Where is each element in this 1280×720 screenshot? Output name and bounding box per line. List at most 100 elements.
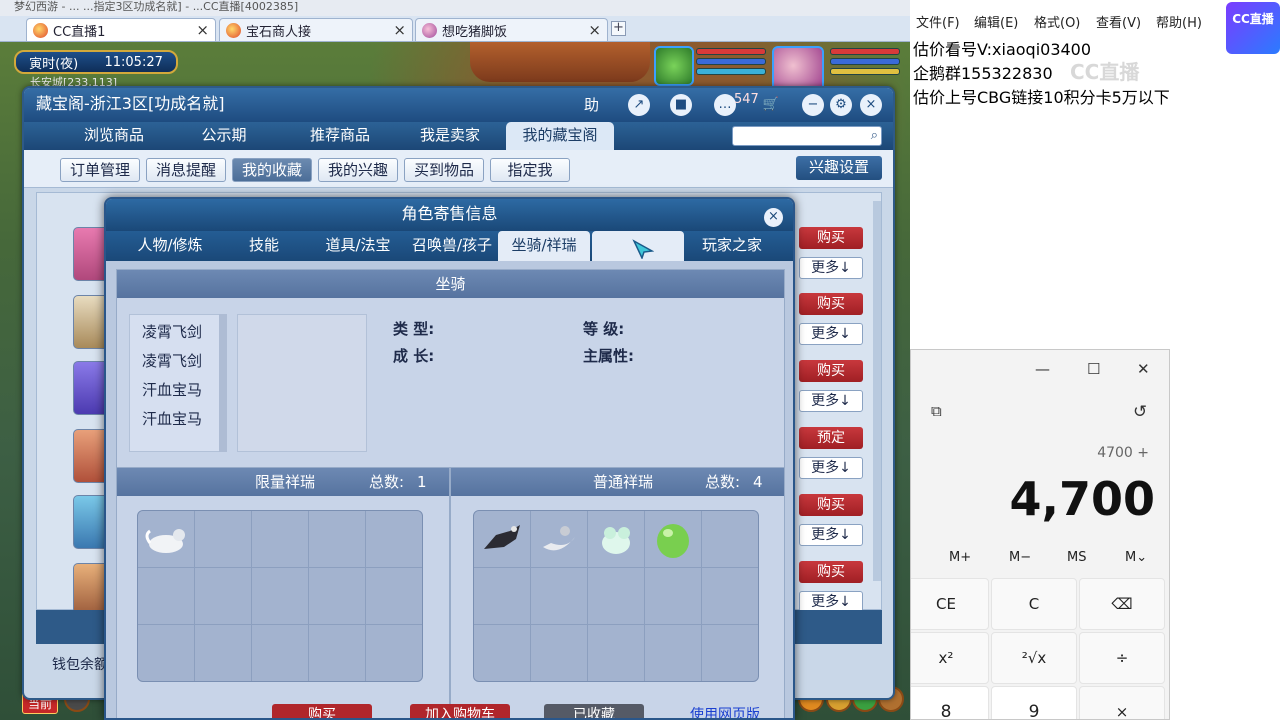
- auspicious-slot[interactable]: [588, 511, 644, 567]
- menu-format[interactable]: 格式(O): [1034, 12, 1080, 31]
- backspace-key[interactable]: ⌫: [1079, 578, 1165, 630]
- minimize-icon[interactable]: —: [1035, 360, 1050, 378]
- chat-icon[interactable]: …: [714, 94, 736, 116]
- tab-items-treasures[interactable]: 道具/法宝: [310, 231, 406, 261]
- auspicious-slot[interactable]: [366, 568, 422, 624]
- pet-avatar-icon[interactable]: [654, 46, 694, 86]
- mount-item[interactable]: 汗血宝马: [142, 379, 202, 400]
- auspicious-slot[interactable]: [366, 625, 422, 681]
- menu-help[interactable]: 帮助(H): [1156, 12, 1202, 31]
- add-to-cart-button[interactable]: 加入购物车: [410, 704, 510, 718]
- sub-tab-designated[interactable]: 指定我: [490, 158, 570, 182]
- sub-tab-orders[interactable]: 订单管理: [60, 158, 140, 182]
- auspicious-slot[interactable]: [252, 511, 308, 567]
- buy-button[interactable]: 购买: [799, 494, 863, 516]
- auspicious-slot[interactable]: [252, 568, 308, 624]
- tab-my-pavilion[interactable]: 我的藏宝阁: [506, 122, 614, 150]
- more-button[interactable]: 更多↓: [799, 323, 863, 345]
- tab-gem-merchant[interactable]: 宝石商人接 ×: [219, 18, 413, 41]
- mount-list-scrollbar[interactable]: [219, 314, 227, 452]
- mount-item[interactable]: 汗血宝马: [142, 408, 202, 429]
- more-button[interactable]: 更多↓: [799, 524, 863, 546]
- auspicious-slot[interactable]: [531, 625, 587, 681]
- help-button[interactable]: 助: [584, 92, 614, 118]
- auspicious-slot[interactable]: [645, 625, 701, 681]
- more-button[interactable]: 更多↓: [799, 257, 863, 279]
- share-icon[interactable]: ↗: [628, 94, 650, 116]
- sub-tab-bought[interactable]: 买到物品: [404, 158, 484, 182]
- mount-item[interactable]: 凌霄飞剑: [142, 321, 202, 342]
- keep-on-top-icon[interactable]: ⧉: [931, 402, 942, 420]
- memory-subtract-button[interactable]: M−: [1009, 550, 1031, 565]
- auspicious-slot[interactable]: [702, 625, 758, 681]
- dialog-close-icon[interactable]: ×: [764, 208, 783, 227]
- tab-close-icon[interactable]: ×: [196, 21, 209, 39]
- tab-summons-children[interactable]: 召唤兽/孩子: [406, 231, 498, 261]
- memory-store-button[interactable]: MS: [1067, 550, 1086, 565]
- buy-button[interactable]: 购买: [799, 293, 863, 315]
- mount-item[interactable]: 凌霄飞剑: [142, 350, 202, 371]
- tab-character-cultivation[interactable]: 人物/修炼: [116, 231, 224, 261]
- divide-key[interactable]: ÷: [1079, 632, 1165, 684]
- tab-cc-live[interactable]: CC直播1 ×: [26, 18, 216, 41]
- auspicious-slot[interactable]: [474, 511, 530, 567]
- auspicious-slot[interactable]: [309, 625, 365, 681]
- notepad-line[interactable]: 企鹅群155322830: [913, 60, 1053, 84]
- memory-add-button[interactable]: M+: [949, 550, 971, 565]
- tab-skills[interactable]: 技能: [224, 231, 304, 261]
- auspicious-slot[interactable]: [195, 568, 251, 624]
- auspicious-slot[interactable]: [309, 568, 365, 624]
- history-icon[interactable]: ↺: [1133, 402, 1147, 422]
- tab-pig-trotter[interactable]: 想吃猪脚饭 ×: [415, 18, 608, 41]
- tab-mounts-auspicious[interactable]: 坐骑/祥瑞: [498, 231, 590, 261]
- buy-button[interactable]: 购买: [272, 704, 372, 718]
- auspicious-slot[interactable]: [474, 625, 530, 681]
- square-key[interactable]: x²: [911, 632, 989, 684]
- auspicious-slot[interactable]: [645, 568, 701, 624]
- memory-list-button[interactable]: M⌄: [1125, 550, 1147, 565]
- auspicious-slot[interactable]: [195, 625, 251, 681]
- more-button[interactable]: 更多↓: [799, 457, 863, 479]
- reserve-button[interactable]: 预定: [799, 427, 863, 449]
- stop-icon[interactable]: ■: [670, 94, 692, 116]
- multiply-key[interactable]: ×: [1079, 686, 1165, 719]
- more-button[interactable]: 更多↓: [799, 390, 863, 412]
- auspicious-slot[interactable]: [702, 511, 758, 567]
- list-scrollbar[interactable]: [873, 201, 881, 581]
- auspicious-slot[interactable]: [138, 625, 194, 681]
- menu-edit[interactable]: 编辑(E): [974, 12, 1018, 31]
- tab-seller[interactable]: 我是卖家: [400, 122, 500, 150]
- close-icon[interactable]: ×: [860, 94, 882, 116]
- new-tab-button[interactable]: +: [611, 21, 626, 36]
- sub-tab-favorites[interactable]: 我的收藏: [232, 158, 312, 182]
- auspicious-slot[interactable]: [195, 511, 251, 567]
- interest-settings-button[interactable]: 兴趣设置: [796, 156, 882, 180]
- auspicious-slot[interactable]: [531, 511, 587, 567]
- auspicious-slot[interactable]: [531, 568, 587, 624]
- buy-button[interactable]: 购买: [799, 360, 863, 382]
- menu-view[interactable]: 查看(V): [1096, 12, 1141, 31]
- sub-tab-notices[interactable]: 消息提醒: [146, 158, 226, 182]
- settings-gear-icon[interactable]: ⚙: [830, 94, 852, 116]
- tab-close-icon[interactable]: ×: [393, 21, 406, 39]
- auspicious-slot[interactable]: [309, 511, 365, 567]
- search-input[interactable]: ⌕: [732, 126, 882, 146]
- clear-entry-key[interactable]: CE: [911, 578, 989, 630]
- tab-close-icon[interactable]: ×: [588, 21, 601, 39]
- digit-9-key[interactable]: 9: [991, 686, 1077, 719]
- auspicious-slot[interactable]: [138, 568, 194, 624]
- minimize-icon[interactable]: −: [802, 94, 824, 116]
- menu-file[interactable]: 文件(F): [916, 12, 960, 31]
- tab-browse[interactable]: 浏览商品: [64, 122, 164, 150]
- digit-8-key[interactable]: 8: [911, 686, 989, 719]
- notepad-line[interactable]: 估价看号V:xiaoqi03400: [913, 36, 1091, 60]
- auspicious-slot[interactable]: [702, 568, 758, 624]
- cart-icon[interactable]: 🛒: [760, 94, 782, 116]
- close-icon[interactable]: ✕: [1137, 360, 1150, 378]
- auspicious-slot[interactable]: [645, 511, 701, 567]
- buy-button[interactable]: 购买: [799, 561, 863, 583]
- sub-tab-interests[interactable]: 我的兴趣: [318, 158, 398, 182]
- auspicious-slot[interactable]: [138, 511, 194, 567]
- auspicious-slot[interactable]: [588, 625, 644, 681]
- clear-key[interactable]: C: [991, 578, 1077, 630]
